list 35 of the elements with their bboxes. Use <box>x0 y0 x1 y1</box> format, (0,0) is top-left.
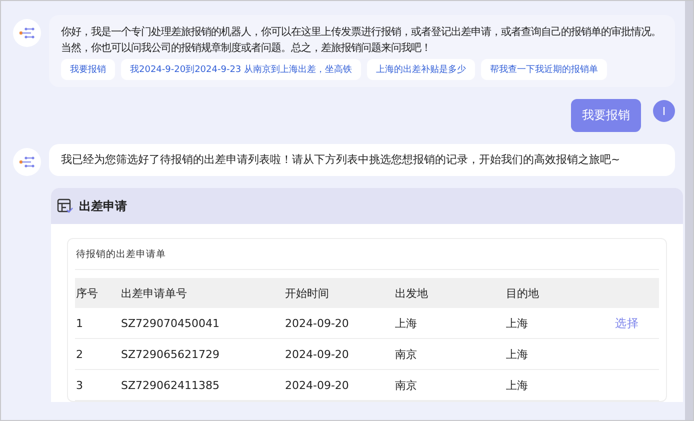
table-cell: 2 <box>76 348 83 360</box>
table-cell: 南京 <box>395 348 417 360</box>
table-cell: SZ729070450041 <box>121 316 220 330</box>
form-check-icon <box>57 198 73 214</box>
suggestion-chip[interactable]: 上海的出差补贴是多少 <box>367 59 476 80</box>
scrollbar[interactable] <box>685 1 693 420</box>
table-cell: 2024-09-20 <box>285 378 349 392</box>
table-cell: 2024-09-20 <box>285 316 349 330</box>
message-text: 你好，我是一个专门处理差旅报销的机器人，你可以在这里上传发票进行报销，或者登记出差申请，或者查询自己的报销单的审批情况。当然，你也可以问我公司的报销规章制度或者问题。总之，差旅报销问题来问我吧！ <box>61 25 662 56</box>
table-title: 待报销的出差申请单 <box>75 245 659 270</box>
user-avatar: I <box>653 100 675 122</box>
bot-logo-icon <box>19 27 35 39</box>
table-cell: 3 <box>76 378 83 392</box>
column-header: 序号 <box>76 286 98 300</box>
suggestion-chip[interactable]: 我要报销 <box>61 59 115 80</box>
column-header: 开始时间 <box>285 286 329 300</box>
suggestion-chip[interactable]: 我2024-9-20到2024-9-23 从南京到上海出差，坐高铁 <box>121 59 362 80</box>
table-cell: 1 <box>76 316 83 330</box>
table-cell: 上海 <box>506 378 528 392</box>
table-cell: 2024-09-20 <box>285 348 349 360</box>
card-title: 出差申请 <box>79 198 127 214</box>
table-cell: SZ729065621729 <box>121 348 220 360</box>
table-cell: 上海 <box>506 348 528 360</box>
select-link[interactable]: 选择 <box>615 316 639 330</box>
bot-logo-icon <box>19 156 35 168</box>
table-cell: 上海 <box>506 316 528 330</box>
column-header: 目的地 <box>506 286 539 300</box>
message-text: 我已经为您筛选好了待报销的出差申请列表啦！请从下方列表中挑选您想报销的记录，开始我们的高效报销之旅吧~ <box>61 153 622 167</box>
table-cell: 上海 <box>395 316 417 330</box>
suggestion-chip[interactable]: 帮我查一下我近期的报销单 <box>481 59 608 80</box>
column-header: 出发地 <box>395 286 428 300</box>
column-header: 出差申请单号 <box>121 286 187 300</box>
table-cell: 南京 <box>395 378 417 392</box>
user-message: 我要报销 <box>571 99 641 132</box>
table-cell: SZ729062411385 <box>121 378 220 392</box>
